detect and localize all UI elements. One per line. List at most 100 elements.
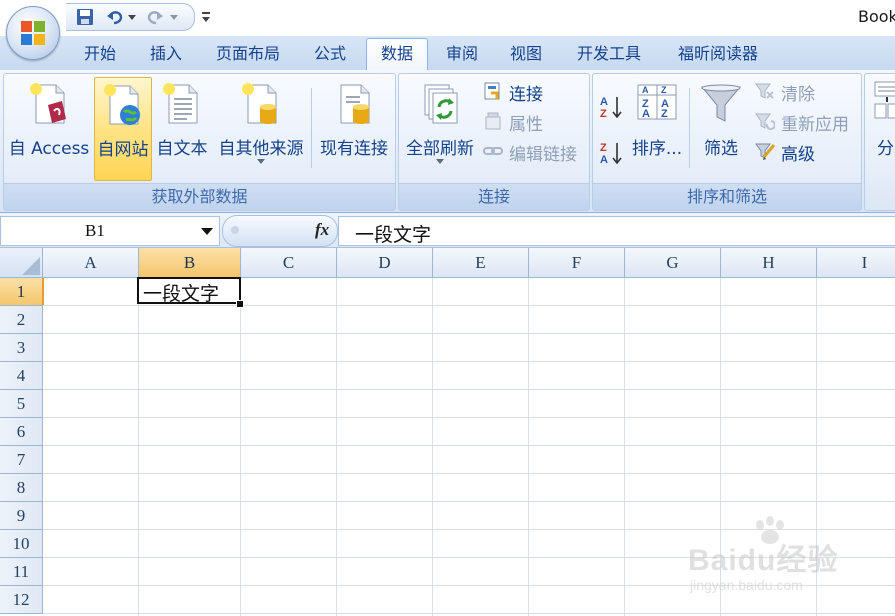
formula-input[interactable]: 一段文字 — [338, 216, 895, 246]
name-box[interactable]: B1 — [0, 216, 220, 246]
row-header-12[interactable]: 12 — [0, 586, 43, 614]
tab-view[interactable]: 视图 — [498, 42, 554, 70]
column-header-d[interactable]: D — [337, 248, 433, 278]
from-text-button[interactable]: 自文本 — [152, 77, 212, 179]
group-label-get-external-data: 获取外部数据 — [4, 183, 395, 210]
insert-function-button[interactable]: fx — [315, 220, 329, 240]
select-all-button[interactable] — [0, 248, 43, 278]
resize-handle-icon[interactable] — [231, 226, 239, 234]
office-logo-icon — [21, 21, 45, 45]
column-header-f[interactable]: F — [529, 248, 625, 278]
clear-filter-icon — [755, 83, 774, 99]
baidu-watermark: Baidu经验 jingyan.baidu.com — [680, 515, 890, 615]
row-header-2[interactable]: 2 — [0, 306, 43, 334]
watermark-text: Baidu经验 — [688, 544, 839, 577]
gridline — [43, 473, 895, 474]
row-header-3[interactable]: 3 — [0, 334, 43, 362]
text-to-columns-label: 分 — [877, 139, 894, 159]
from-access-button[interactable]: 自 Access — [6, 77, 92, 179]
row-header-10[interactable]: 10 — [0, 530, 43, 558]
column-header-g[interactable]: G — [625, 248, 721, 278]
undo-icon[interactable] — [106, 8, 124, 26]
group-get-external-data: 自 Access 自网站 自文本 自其他来源 现有连接 获取外部数据 — [3, 73, 396, 211]
svg-text:Z: Z — [600, 142, 607, 154]
gridline — [138, 278, 139, 616]
gridline — [240, 278, 241, 616]
sort-a-to-z-icon[interactable]: A Z — [599, 94, 623, 120]
existing-connections-button[interactable]: 现有连接 — [314, 77, 394, 179]
chevron-down-icon[interactable] — [201, 228, 213, 236]
tab-review[interactable]: 审阅 — [434, 42, 490, 70]
save-icon[interactable] — [76, 8, 94, 26]
refresh-all-label: 全部刷新 — [406, 139, 474, 159]
gridline — [432, 278, 433, 616]
gridline — [336, 278, 337, 616]
column-header-a[interactable]: A — [43, 248, 139, 278]
row-header-4[interactable]: 4 — [0, 362, 43, 390]
globe-page-icon — [104, 84, 140, 125]
column-header-i[interactable]: I — [817, 248, 895, 278]
column-header-c[interactable]: C — [241, 248, 337, 278]
column-header-b[interactable]: B — [139, 248, 241, 279]
svg-text:Z: Z — [661, 85, 667, 95]
from-web-button[interactable]: 自网站 — [94, 77, 152, 181]
existing-connections-icon — [340, 84, 370, 124]
row-header-6[interactable]: 6 — [0, 418, 43, 446]
reapply-label: 重新应用 — [781, 115, 849, 135]
tab-foxit-reader[interactable]: 福昕阅读器 — [664, 42, 772, 70]
edit-links-button[interactable]: 编辑链接 — [483, 138, 587, 165]
tab-insert[interactable]: 插入 — [138, 42, 194, 70]
row-header-11[interactable]: 11 — [0, 558, 43, 586]
tab-developer[interactable]: 开发工具 — [564, 42, 654, 70]
tab-formulas[interactable]: 公式 — [302, 42, 358, 70]
worksheet-grid[interactable]: A B C D E F G H I 1 2 3 4 5 6 7 8 9 10 1… — [0, 248, 895, 616]
tab-home[interactable]: 开始 — [72, 42, 128, 70]
sort-button[interactable]: A Z Z A A Z 排序... — [629, 77, 685, 179]
text-file-icon — [163, 83, 198, 124]
fill-handle[interactable] — [236, 300, 244, 308]
gridline — [43, 445, 895, 446]
gridline — [528, 278, 529, 616]
row-header-7[interactable]: 7 — [0, 446, 43, 474]
from-other-sources-button[interactable]: 自其他来源 — [212, 77, 310, 179]
undo-dropdown-icon[interactable] — [128, 13, 136, 21]
dropdown-arrow-icon — [436, 159, 444, 164]
tab-data[interactable]: 数据 — [366, 38, 428, 71]
row-header-8[interactable]: 8 — [0, 474, 43, 502]
advanced-button[interactable]: 高级 — [755, 138, 855, 165]
group-connections: 全部刷新 连接 属性 编辑链接 连接 — [398, 73, 590, 211]
group-sort-filter: A Z Z A A Z Z A A Z 排序... 筛选 清除 重新应用 高级 … — [592, 73, 862, 211]
redo-icon[interactable] — [146, 8, 164, 26]
edit-links-label: 编辑链接 — [509, 145, 577, 165]
row-header-5[interactable]: 5 — [0, 390, 43, 418]
filter-label: 筛选 — [704, 139, 738, 159]
svg-text:A: A — [600, 154, 608, 166]
text-to-columns-icon[interactable] — [873, 80, 895, 124]
cell-b1[interactable]: 一段文字 — [137, 277, 241, 305]
redo-dropdown-icon[interactable] — [170, 13, 178, 21]
watermark-url: jingyan.baidu.com — [690, 577, 803, 593]
column-header-e[interactable]: E — [433, 248, 529, 278]
svg-text:Z: Z — [661, 108, 668, 120]
name-box-value: B1 — [85, 221, 105, 240]
tab-page-layout[interactable]: 页面布局 — [204, 42, 292, 70]
row-header-9[interactable]: 9 — [0, 502, 43, 530]
svg-text:A: A — [642, 85, 649, 95]
column-header-h[interactable]: H — [721, 248, 817, 278]
clear-button[interactable]: 清除 — [755, 78, 855, 105]
row-header-1[interactable]: 1 — [0, 278, 44, 306]
properties-button[interactable]: 属性 — [483, 108, 583, 135]
office-button[interactable] — [6, 6, 60, 60]
separator — [311, 88, 312, 168]
window-title: Book — [858, 7, 895, 26]
sort-icon: A Z Z A A Z — [637, 84, 677, 120]
connections-label: 连接 — [509, 85, 543, 105]
sort-z-to-a-icon[interactable]: Z A — [599, 140, 623, 166]
filter-button[interactable]: 筛选 — [693, 77, 749, 179]
refresh-all-button[interactable]: 全部刷新 — [401, 77, 479, 179]
ribbon-tab-bar: 开始 插入 页面布局 公式 数据 审阅 视图 开发工具 福昕阅读器 — [0, 36, 895, 71]
reapply-button[interactable]: 重新应用 — [755, 108, 859, 135]
group-label-connections: 连接 — [399, 183, 589, 210]
connections-button[interactable]: 连接 — [483, 78, 583, 105]
customize-qat-icon[interactable] — [200, 10, 212, 24]
